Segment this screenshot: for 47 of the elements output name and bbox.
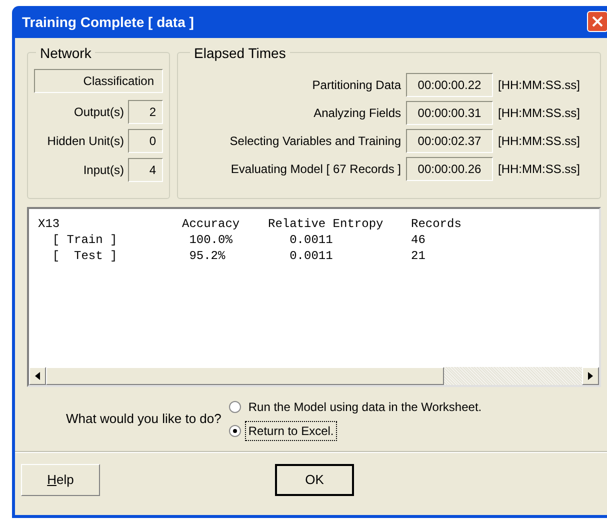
close-button[interactable] <box>587 11 607 32</box>
time-format-label: [HH:MM:SS.ss] <box>498 77 582 94</box>
time-format-label: [HH:MM:SS.ss] <box>498 133 582 150</box>
table-cell-text: 0.0011 <box>288 248 334 264</box>
dialog-button[interactable]: Help <box>21 464 100 496</box>
value-field: 4 <box>128 158 163 182</box>
radio-label[interactable]: Run the Model using data in the Worksheet. <box>245 397 485 417</box>
table-cell-text: 0.0011 <box>288 232 334 248</box>
time-field: 00:00:00.31 <box>406 101 493 125</box>
column-header: Records <box>411 216 462 232</box>
window-title: Training Complete [ data ] <box>22 12 194 32</box>
table-cell-text: 95.2% <box>188 248 226 264</box>
scroll-thumb[interactable] <box>46 367 444 385</box>
network-type-field: Classification <box>34 69 163 93</box>
value-field: 0 <box>128 129 163 153</box>
table-cell-text: [ Train ] <box>51 232 118 248</box>
column-header: Relative Entropy <box>268 216 384 232</box>
time-format-label: [HH:MM:SS.ss] <box>498 161 582 178</box>
radio-button[interactable] <box>229 401 242 413</box>
table-cell-text: 100.0% <box>188 232 234 248</box>
time-field: 00:00:00.22 <box>406 73 493 97</box>
field-label: Hidden Unit(s) <box>47 133 124 150</box>
timing-label: Selecting Variables and Training <box>230 133 401 150</box>
time-field: 00:00:00.26 <box>406 157 493 181</box>
field-label: Output(s) <box>74 104 124 121</box>
value-field: 2 <box>128 100 163 124</box>
time-field: 00:00:02.37 <box>406 129 493 153</box>
column-header: Accuracy <box>182 216 241 232</box>
field-label: Input(s) <box>83 162 124 179</box>
radio-label[interactable]: Return to Excel. <box>245 421 337 441</box>
dialog-button[interactable]: OK <box>275 464 354 496</box>
time-format-label: [HH:MM:SS.ss] <box>498 105 582 122</box>
left-arrow-icon <box>35 372 40 380</box>
scroll-right-button[interactable] <box>582 367 599 385</box>
right-arrow-icon <box>588 372 593 380</box>
column-header: X13 <box>38 216 61 232</box>
table-cell-text: 21 <box>411 248 426 264</box>
radio-button[interactable] <box>229 425 242 437</box>
timing-label: Evaluating Model [ 67 Records ] <box>230 161 401 178</box>
timing-label: Analyzing Fields <box>314 105 401 122</box>
prompt-label: What would you like to do? <box>66 410 222 428</box>
scroll-left-button[interactable] <box>29 367 46 385</box>
horizontal-scrollbar[interactable] <box>29 367 599 385</box>
table-cell-text: [ Test ] <box>51 248 118 264</box>
close-icon <box>592 16 603 27</box>
timing-label: Partitioning Data <box>312 77 401 94</box>
table-cell-text: 46 <box>411 232 426 248</box>
